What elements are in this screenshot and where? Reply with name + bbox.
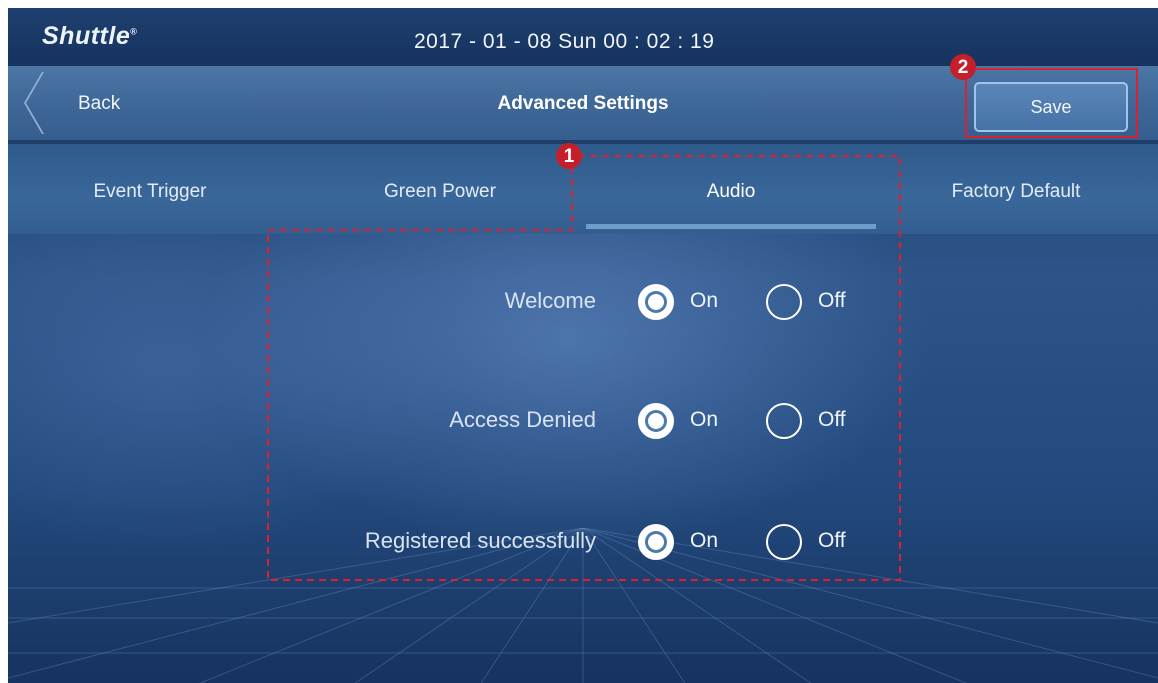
tab-green-power[interactable]: Green Power <box>298 144 582 234</box>
welcome-off-radio[interactable] <box>766 284 802 320</box>
setting-label: Registered successfully <box>364 528 596 553</box>
active-tab-indicator <box>586 224 876 229</box>
access-denied-on-radio[interactable] <box>638 403 674 439</box>
setting-label: Access Denied <box>449 407 596 432</box>
off-label: Off <box>818 529 846 552</box>
settings-tab-bar: Event Trigger Green Power Audio Factory … <box>8 144 1158 234</box>
off-label: Off <box>818 289 846 312</box>
registered-off-radio[interactable] <box>766 524 802 560</box>
off-label: Off <box>818 408 846 431</box>
on-label: On <box>690 529 719 552</box>
shuttle-logo: Shuttle® <box>42 22 138 50</box>
date-time-display: 2017 - 01 - 08 Sun 00 : 02 : 19 <box>414 30 715 53</box>
save-callout-outline <box>965 68 1138 138</box>
registered-on-radio[interactable] <box>638 524 674 560</box>
welcome-on-radio[interactable] <box>638 284 674 320</box>
tab-audio[interactable]: Audio <box>586 144 876 234</box>
tab-event-trigger[interactable]: Event Trigger <box>8 144 292 234</box>
tab-factory-default[interactable]: Factory Default <box>874 144 1158 234</box>
access-denied-off-radio[interactable] <box>766 403 802 439</box>
callout-marker-2: 2 <box>950 54 976 80</box>
setting-label: Welcome <box>504 288 596 313</box>
callout-marker-1: 1 <box>556 143 582 169</box>
status-bar: Shuttle® 2017 - 01 - 08 Sun 00 : 02 : 19 <box>8 8 1158 66</box>
on-label: On <box>690 408 719 431</box>
on-label: On <box>690 289 719 312</box>
